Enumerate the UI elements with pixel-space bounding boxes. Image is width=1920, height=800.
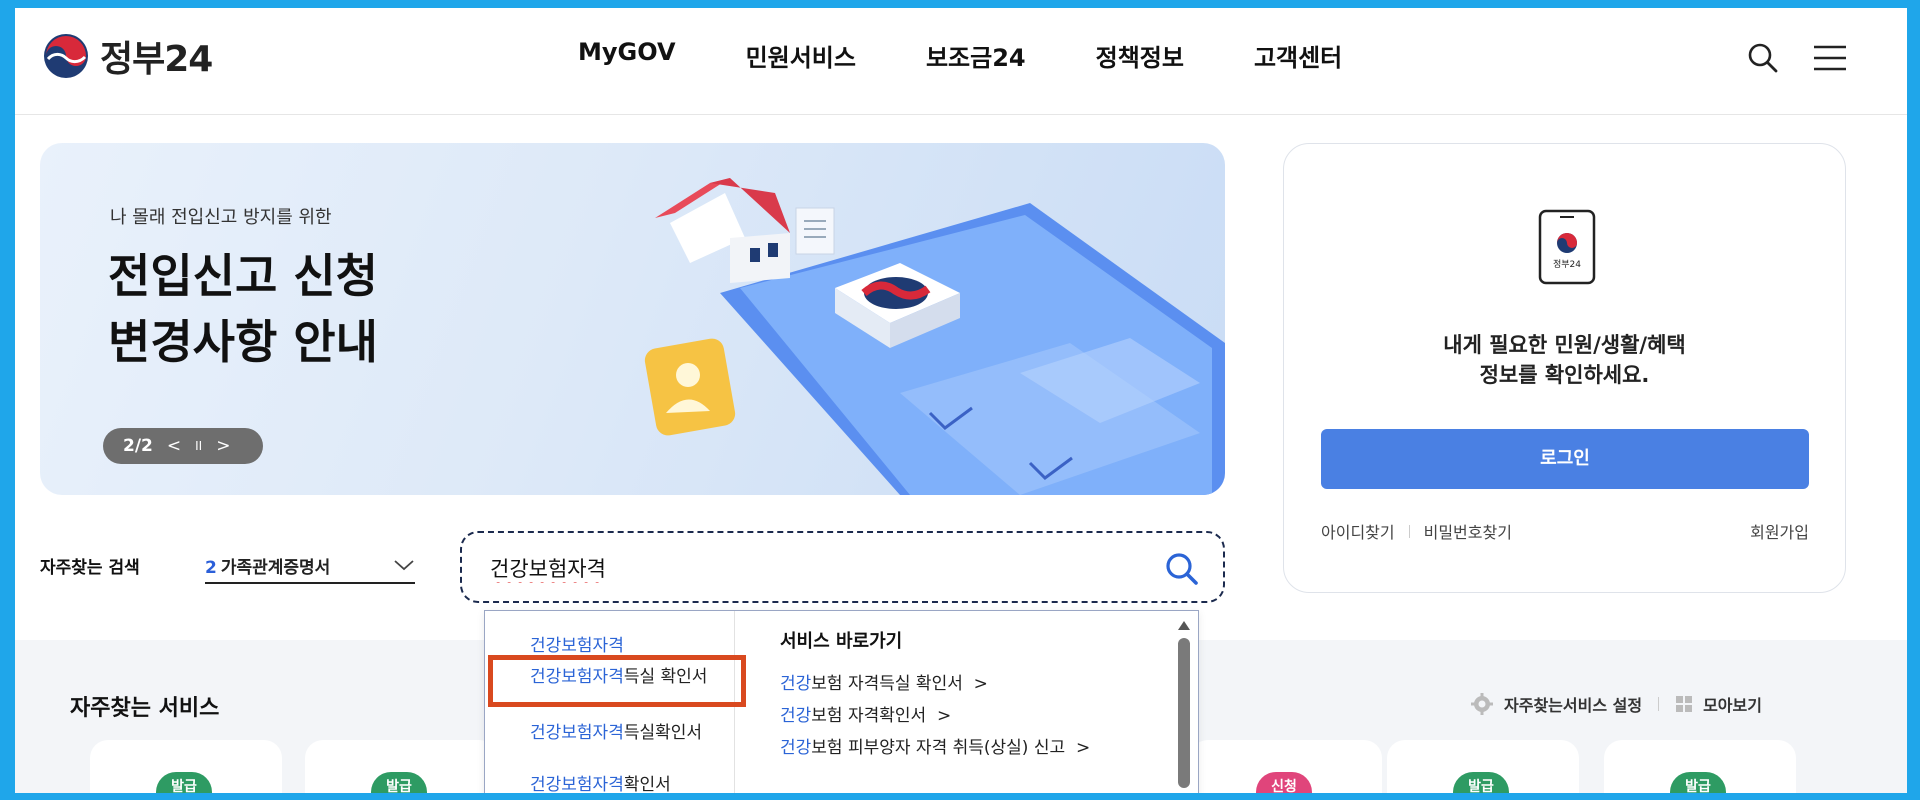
nav-subsidy24[interactable]: 보조금24 [926, 38, 1026, 73]
service-badge: 신청 [1256, 772, 1312, 793]
find-id-link[interactable]: 아이디찾기 [1321, 519, 1395, 543]
shortcut-link[interactable]: 건강보험 자격득실 확인서 > [780, 669, 988, 694]
banner-controls: 2/2 < II > [103, 428, 263, 464]
frequent-search-selected: 2 가족관계증명서 [205, 553, 330, 578]
chevron-right-icon: > [936, 706, 952, 726]
frequent-search-rank: 2 [205, 557, 217, 578]
shortcut-match: 건강 [780, 706, 812, 726]
mobile-gov24-icon: 정부24 [1538, 209, 1596, 285]
site-header: 정부24 MyGOV 민원서비스 보조금24 정책정보 고객센터 [15, 8, 1907, 115]
service-card[interactable]: 신청 [1190, 740, 1382, 793]
banner-title: 전입신고 신청 변경사항 안내 [108, 243, 378, 375]
login-message-line1: 내게 필요한 민원/생활/혜택 [1443, 333, 1686, 357]
gear-icon [1471, 693, 1493, 715]
banner-next-button[interactable]: > [216, 436, 230, 456]
grid-icon [1676, 696, 1693, 712]
service-card[interactable]: 발급 [305, 740, 497, 793]
chevron-down-icon [394, 560, 414, 571]
shortcut-rest: 보험 자격확인서 [811, 706, 927, 726]
suggestion-match: 건강보험자격 [530, 775, 624, 793]
nav-customer-center[interactable]: 고객센터 [1254, 38, 1342, 73]
search-input[interactable] [490, 551, 1140, 585]
main-search-box [460, 531, 1225, 603]
frequent-services-links: 자주찾는서비스 설정 모아보기 [1470, 692, 1762, 716]
search-submit-icon[interactable] [1162, 549, 1202, 589]
suggestion-match: 건강보험자격 [530, 723, 624, 743]
shortcut-match: 건강 [780, 674, 812, 694]
logo-text: 정부24 [100, 39, 213, 80]
search-autocomplete-dropdown: 건강보험자격 건강보험자격득실 확인서 건강보험자격득실확인서 건강보험자격확인… [484, 610, 1199, 793]
nav-mygov[interactable]: MyGOV [578, 38, 676, 73]
service-badge: 발급 [1453, 772, 1509, 793]
link-divider [1658, 697, 1660, 711]
login-message-line2: 정보를 확인하세요. [1479, 363, 1650, 387]
service-badge: 발급 [156, 772, 212, 793]
banner-pause-button[interactable]: II [195, 439, 202, 453]
suggestion-item[interactable]: 건강보험자격확인서 [530, 773, 730, 793]
scroll-up-icon[interactable] [1178, 621, 1190, 630]
service-badge: 발급 [1670, 772, 1726, 793]
autocomplete-suggestions: 건강보험자격 건강보험자격득실 확인서 건강보험자격득실확인서 건강보험자격확인… [485, 611, 746, 793]
service-shortcuts-title: 서비스 바로가기 [780, 631, 903, 652]
browser-frame: 정부24 MyGOV 민원서비스 보조금24 정책정보 고객센터 나 몰래 전입… [15, 8, 1907, 793]
nav-civil-service[interactable]: 민원서비스 [746, 38, 856, 73]
banner-subtitle: 나 몰래 전입신고 방지를 위한 [110, 207, 332, 228]
banner-page-indicator: 2/2 [123, 436, 153, 456]
suggestion-rest: 확인서 [623, 775, 671, 793]
frequent-services-title: 자주찾는 서비스 [70, 696, 220, 721]
shortcut-rest: 보험 자격득실 확인서 [811, 674, 963, 694]
suggestion-rest: 득실확인서 [623, 723, 703, 743]
shortcut-match: 건강 [780, 738, 812, 758]
service-badge: 발급 [371, 772, 427, 793]
banner-title-line2: 변경사항 안내 [108, 315, 378, 369]
chevron-right-icon: > [1075, 738, 1091, 758]
service-card[interactable]: 발급 [1387, 740, 1579, 793]
main-nav: MyGOV 민원서비스 보조금24 정책정보 고객센터 [578, 38, 1342, 73]
promo-banner[interactable]: 나 몰래 전입신고 방지를 위한 전입신고 신청 변경사항 안내 2/2 < I… [40, 143, 1225, 495]
find-password-link[interactable]: 비밀번호찾기 [1424, 519, 1512, 543]
banner-prev-button[interactable]: < [167, 436, 181, 456]
search-icon[interactable] [1743, 38, 1783, 78]
frequent-search-select[interactable]: 2 가족관계증명서 [205, 548, 415, 584]
site-logo[interactable]: 정부24 [40, 30, 213, 82]
link-divider [1408, 524, 1410, 538]
hamburger-menu-icon[interactable] [1810, 40, 1850, 76]
chevron-right-icon: > [973, 674, 988, 694]
shortcut-link[interactable]: 건강보험 피부양자 자격 취득(상실) 신고 > [780, 733, 1090, 758]
banner-title-line1: 전입신고 신청 [108, 249, 378, 303]
suggestion-match: 건강보험자격 [530, 636, 624, 656]
signup-link[interactable]: 회원가입 [1750, 519, 1809, 543]
view-all-link[interactable]: 모아보기 [1703, 692, 1762, 716]
scrollbar-thumb[interactable] [1178, 638, 1190, 788]
login-links: 아이디찾기 비밀번호찾기 회원가입 [1321, 519, 1809, 543]
service-card[interactable]: 발급 [90, 740, 282, 793]
banner-illustration [644, 178, 1225, 495]
frequent-search-label: 자주찾는 검색 [40, 558, 140, 578]
frequent-services-settings-link[interactable]: 자주찾는서비스 설정 [1504, 692, 1642, 716]
svg-text:정부24: 정부24 [1553, 259, 1581, 270]
service-shortcuts: 서비스 바로가기 건강보험 자격득실 확인서 > 건강보험 자격확인서 > 건강… [780, 611, 1160, 793]
annotation-highlight-box [488, 655, 746, 707]
login-card: 정부24 내게 필요한 민원/생활/혜택 정보를 확인하세요. 로그인 아이디찾… [1283, 143, 1846, 593]
shortcut-link[interactable]: 건강보험 자격확인서 > [780, 701, 951, 726]
dropdown-scrollbar[interactable] [1178, 621, 1190, 793]
frequent-search-value: 가족관계증명서 [220, 557, 331, 578]
service-card[interactable]: 발급 [1604, 740, 1796, 793]
suggestion-item[interactable]: 건강보험자격득실확인서 [530, 721, 730, 746]
login-button[interactable]: 로그인 [1321, 429, 1809, 489]
taegeuk-logo-icon [44, 34, 88, 78]
shortcut-rest: 보험 피부양자 자격 취득(상실) 신고 [811, 738, 1066, 758]
nav-policy-info[interactable]: 정책정보 [1096, 38, 1184, 73]
